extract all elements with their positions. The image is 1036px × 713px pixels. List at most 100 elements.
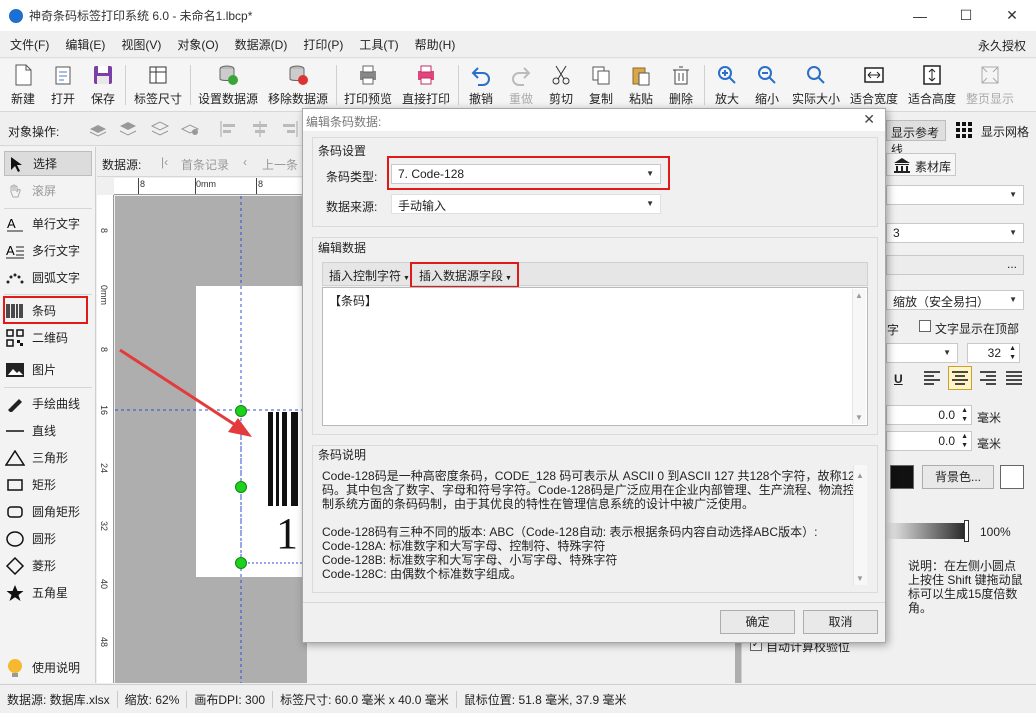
redo-button[interactable]: 重做 [504, 63, 538, 109]
prev-record-button[interactable]: 上一条 [262, 156, 298, 173]
send-backward-icon[interactable] [180, 120, 200, 138]
barcode-content-textarea[interactable]: 【条码】 ▲ ▼ [322, 287, 868, 426]
bring-front-icon[interactable] [88, 120, 108, 138]
show-guides-toggle[interactable]: 显示参考线 [886, 120, 946, 157]
textarea-scrollbar[interactable]: ▲ ▼ [852, 289, 866, 424]
tool-rounded-rect[interactable]: 圆角矩形 [4, 499, 92, 524]
opacity-slider[interactable] [886, 523, 968, 539]
help-button[interactable]: 使用说明 [4, 655, 92, 680]
selection-handle[interactable] [235, 557, 247, 569]
zoom-out-button[interactable]: 缩小 [750, 63, 784, 109]
foreground-color-swatch[interactable] [890, 465, 914, 489]
align-right-text-icon[interactable] [978, 368, 998, 388]
background-color-button[interactable]: 背景色... [922, 465, 994, 489]
tool-line[interactable]: 直线 [4, 418, 92, 443]
menu-datasource[interactable]: 数据源(D) [227, 36, 296, 53]
maximize-button[interactable]: ☐ [943, 0, 989, 31]
align-center-icon[interactable] [250, 120, 270, 138]
ok-button[interactable]: 确定 [720, 610, 795, 634]
cancel-button[interactable]: 取消 [803, 610, 878, 634]
menu-help[interactable]: 帮助(H) [407, 36, 464, 53]
license-link[interactable]: 永久授权 [978, 37, 1026, 54]
menu-view[interactable]: 视图(V) [113, 36, 169, 53]
menu-edit[interactable]: 编辑(E) [57, 36, 113, 53]
zoom-in-button[interactable]: 放大 [710, 63, 744, 109]
minimize-button[interactable]: — [897, 0, 943, 31]
selection-handle[interactable] [235, 405, 247, 417]
font-select[interactable]: ▼ [886, 343, 958, 363]
text-on-top-checkbox[interactable] [919, 320, 931, 332]
insert-control-char-button[interactable]: 插入控制字符 ▼ [325, 265, 414, 284]
copy-button[interactable]: 复制 [584, 63, 618, 109]
scroll-down-icon[interactable]: ▼ [856, 574, 864, 583]
label-size-button[interactable]: 标签尺寸 [132, 63, 184, 109]
close-button[interactable]: ✕ [989, 0, 1035, 31]
scroll-down-icon[interactable]: ▼ [855, 413, 863, 422]
justify-text-icon[interactable] [1004, 368, 1024, 388]
dialog-close-button[interactable]: ✕ [863, 111, 875, 128]
property-combo-b[interactable]: 3 ▼ [886, 223, 1024, 243]
tool-circle[interactable]: 圆形 [4, 526, 92, 551]
align-left-text-icon[interactable] [922, 368, 942, 388]
menu-print[interactable]: 打印(P) [295, 36, 351, 53]
tool-freehand[interactable]: 手绘曲线 [4, 391, 92, 416]
menu-object[interactable]: 对象(O) [169, 36, 226, 53]
align-left-icon[interactable] [218, 120, 238, 138]
underline-button[interactable]: U [894, 372, 903, 386]
undo-button[interactable]: 撤销 [464, 63, 498, 109]
font-size-input[interactable]: 32 ▲ ▼ [967, 343, 1020, 363]
fit-width-button[interactable]: 适合宽度 [848, 63, 900, 109]
show-grid-toggle[interactable]: 显示网格 [981, 123, 1029, 140]
save-button[interactable]: 保存 [86, 63, 120, 109]
toolbar-divider [336, 65, 337, 105]
data-source-select[interactable]: 手动输入 ▼ [391, 194, 661, 214]
paste-button[interactable]: 粘贴 [624, 63, 658, 109]
fit-height-button[interactable]: 适合高度 [906, 63, 958, 109]
print-preview-button[interactable]: 打印预览 [342, 63, 394, 109]
scroll-up-icon[interactable]: ▲ [855, 291, 863, 300]
tool-diamond[interactable]: 菱形 [4, 553, 92, 578]
offset-input-2[interactable]: 0.0 ▲ ▼ [886, 431, 972, 451]
selection-handle[interactable] [235, 481, 247, 493]
property-field-c[interactable]: ... [886, 255, 1024, 275]
tip-text: 说明：在左侧小圆点上按住 Shift 键拖动鼠标可以生成15度倍数角。 [908, 559, 1023, 615]
tool-image[interactable]: 图片 [4, 357, 92, 382]
first-record-button[interactable]: 首条记录 [181, 156, 229, 173]
ruler-tick [195, 178, 196, 194]
tool-pan[interactable]: 滚屏 [4, 178, 92, 203]
remove-datasource-button[interactable]: 移除数据源 [266, 63, 330, 109]
tool-triangle[interactable]: 三角形 [4, 445, 92, 470]
property-combo-a[interactable]: ▼ [886, 185, 1024, 205]
scale-mode-select[interactable]: 缩放（安全易扫） ▼ [886, 290, 1024, 310]
ruler-label: 40 [99, 579, 109, 590]
tool-rectangle[interactable]: 矩形 [4, 472, 92, 497]
send-back-icon[interactable] [118, 120, 138, 138]
scroll-up-icon[interactable]: ▲ [856, 471, 864, 480]
set-datasource-button[interactable]: 设置数据源 [196, 63, 260, 109]
unit-label-2: 毫米 [977, 437, 1002, 451]
cut-button[interactable]: 剪切 [544, 63, 578, 109]
actual-size-button[interactable]: 实际大小 [790, 63, 842, 109]
tool-qrcode[interactable]: 二维码 [4, 325, 92, 350]
delete-button[interactable]: 删除 [664, 63, 698, 109]
direct-print-button[interactable]: 直接打印 [400, 63, 452, 109]
description-scrollbar[interactable]: ▲ ▼ [853, 465, 867, 585]
tool-single-text[interactable]: A 单行文字 [4, 211, 92, 236]
tool-multi-text[interactable]: A 多行文字 [4, 238, 92, 263]
material-tab[interactable]: 素材库 [886, 153, 956, 176]
tool-arc-text[interactable]: 圆弧文字 [4, 265, 92, 290]
full-page-button[interactable]: 整页显示 [964, 63, 1016, 109]
menu-file[interactable]: 文件(F) [0, 36, 57, 53]
new-button[interactable]: 新建 [6, 63, 40, 109]
more-button[interactable]: ... [1007, 257, 1017, 271]
opacity-slider-handle[interactable] [964, 520, 969, 542]
background-color-swatch[interactable] [1000, 465, 1024, 489]
align-right-icon[interactable] [280, 120, 300, 138]
tool-star[interactable]: 五角星 [4, 580, 92, 605]
menu-tools[interactable]: 工具(T) [351, 36, 406, 53]
offset-input-1[interactable]: 0.0 ▲ ▼ [886, 405, 972, 425]
open-button[interactable]: 打开 [46, 63, 80, 109]
tool-select[interactable]: 选择 [4, 151, 92, 176]
bring-forward-icon[interactable] [150, 120, 170, 138]
align-center-text-icon[interactable] [948, 366, 972, 390]
